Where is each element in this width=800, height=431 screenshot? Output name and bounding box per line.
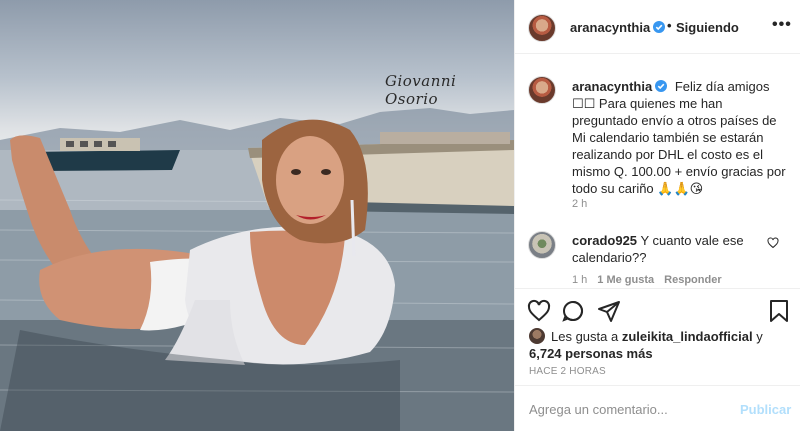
likes-count[interactable]: 6,724 personas más: [529, 345, 763, 362]
post-timestamp[interactable]: HACE 2 HORAS: [529, 366, 606, 377]
save-icon[interactable]: [768, 299, 790, 323]
caption-body: Feliz día amigos ☐☐ Para quienes me han …: [572, 79, 786, 196]
author-username-header[interactable]: aranacynthia: [570, 20, 666, 35]
comment-time[interactable]: 1 h: [572, 274, 587, 286]
author-username-text[interactable]: aranacynthia: [570, 20, 650, 35]
post-header: aranacynthia • Siguiendo •••: [515, 0, 800, 54]
verified-badge-icon: [653, 21, 666, 33]
liker-username[interactable]: zuleikita_lindaofficial: [622, 329, 753, 344]
comment-text-block: corado925 Y cuanto vale ese calendario??: [572, 232, 762, 266]
comment-likes[interactable]: 1 Me gusta: [597, 274, 654, 286]
post-actions: Les gusta a zuleikita_lindaofficial y 6,…: [515, 288, 800, 388]
likes-prefix: Les gusta a: [551, 329, 619, 344]
header-separator: •: [667, 18, 672, 33]
reply-button[interactable]: Responder: [664, 274, 721, 286]
post-sidebar: aranacynthia • Siguiendo ••• aranacynthi…: [515, 0, 800, 431]
likes-summary: Les gusta a zuleikita_lindaofficial y 6,…: [529, 328, 763, 362]
caption-text-block: aranacynthia Feliz día amigos ☐☐ Para qu…: [572, 78, 790, 197]
share-icon[interactable]: [597, 299, 621, 323]
photographer-watermark: Giovanni Osorio: [385, 72, 457, 108]
publish-button[interactable]: Publicar: [740, 402, 791, 417]
author-avatar[interactable]: [528, 14, 556, 42]
heart-small-icon[interactable]: [767, 237, 779, 249]
following-button[interactable]: Siguiendo: [676, 20, 739, 35]
verified-badge-icon: [655, 80, 668, 92]
comment-composer: Agrega un comentario... Publicar: [515, 385, 800, 431]
beach-scene: [0, 108, 514, 431]
comment-icon[interactable]: [561, 299, 585, 323]
commenter-username[interactable]: corado925: [572, 233, 637, 248]
likes-joiner: y: [756, 329, 763, 344]
commenter-avatar[interactable]: [528, 231, 556, 259]
caption-avatar[interactable]: [528, 76, 556, 104]
liker-avatar[interactable]: [529, 328, 545, 344]
caption-username-text[interactable]: aranacynthia: [572, 79, 652, 94]
comment-meta: 1 h 1 Me gusta Responder: [572, 274, 722, 286]
caption-time[interactable]: 2 h: [572, 198, 587, 210]
more-options-button[interactable]: •••: [772, 16, 792, 34]
comment-input[interactable]: Agrega un comentario...: [529, 402, 668, 417]
post-photo[interactable]: Giovanni Osorio: [0, 0, 514, 431]
caption-username[interactable]: aranacynthia: [572, 79, 668, 94]
heart-icon[interactable]: [527, 299, 551, 323]
